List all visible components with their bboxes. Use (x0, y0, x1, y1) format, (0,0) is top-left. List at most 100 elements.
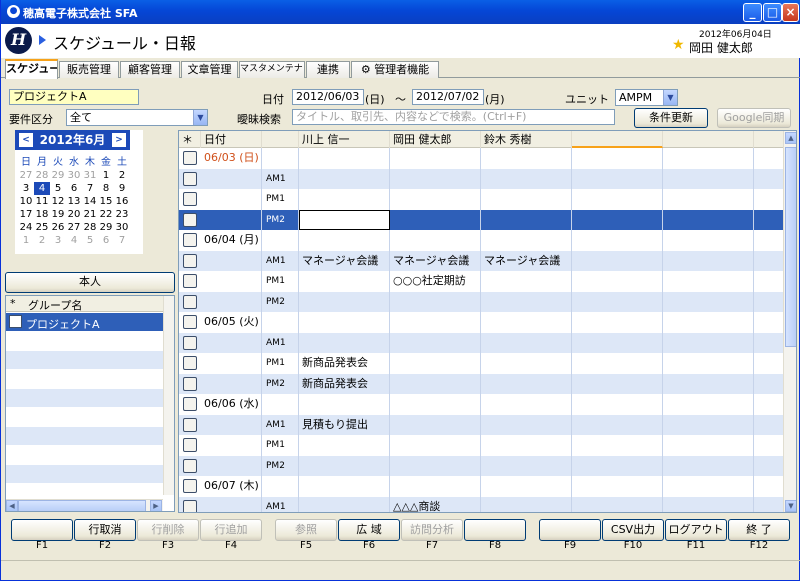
schedule-cell[interactable] (663, 189, 754, 210)
schedule-cell[interactable] (299, 394, 390, 415)
schedule-cell[interactable] (390, 148, 481, 169)
calendar-day[interactable]: 18 (34, 208, 50, 221)
self-button[interactable]: 本人 (5, 272, 175, 293)
scroll-thumb[interactable] (18, 500, 146, 511)
calendar-day[interactable]: 26 (50, 221, 66, 234)
table-row[interactable]: PM1 (179, 189, 784, 210)
schedule-cell[interactable] (663, 271, 754, 292)
schedule-cell[interactable] (572, 394, 663, 415)
minimize-button[interactable]: _ (743, 3, 762, 22)
schedule-cell[interactable] (299, 332, 390, 353)
schedule-cell[interactable] (572, 168, 663, 189)
row-checkbox[interactable] (183, 315, 197, 329)
schedule-cell[interactable] (663, 291, 754, 312)
schedule-cell[interactable] (663, 209, 754, 230)
schedule-cell[interactable] (390, 455, 481, 476)
schedule-cell[interactable] (663, 168, 754, 189)
schedule-cell[interactable] (390, 332, 481, 353)
schedule-cell[interactable] (663, 394, 754, 415)
table-row[interactable]: 06/05 (火) (179, 312, 784, 333)
schedule-cell[interactable] (572, 435, 663, 456)
chevron-down-icon[interactable]: ▼ (663, 90, 677, 105)
schedule-cell[interactable] (754, 414, 784, 435)
table-row[interactable]: PM1 ○○○社定期訪 (179, 271, 784, 292)
table-row[interactable]: AM1 △△△商談 (179, 496, 784, 512)
calendar-day[interactable]: 12 (50, 195, 66, 208)
schedule-cell[interactable] (390, 209, 481, 230)
calendar-day[interactable]: 30 (66, 169, 82, 182)
calendar-day[interactable]: 1 (18, 234, 34, 247)
schedule-cell[interactable]: 新商品発表会 (299, 373, 390, 394)
schedule-cell[interactable] (299, 455, 390, 476)
schedule-cell[interactable] (299, 496, 390, 512)
schedule-cell[interactable] (754, 168, 784, 189)
schedule-cell[interactable] (663, 332, 754, 353)
tab-admin[interactable]: ⚙ 管理者機能 (351, 61, 439, 78)
schedule-cell[interactable] (481, 496, 572, 512)
maximize-button[interactable]: □ (763, 3, 782, 22)
calendar-day[interactable]: 19 (50, 208, 66, 221)
chevron-down-icon[interactable]: ▼ (193, 110, 207, 125)
scroll-up-icon[interactable]: ▲ (785, 132, 796, 144)
schedule-cell[interactable] (663, 414, 754, 435)
calendar-day[interactable]: 1 (98, 169, 114, 182)
calendar-day[interactable]: 7 (114, 234, 130, 247)
calendar-day[interactable]: 5 (82, 234, 98, 247)
tab-sales[interactable]: 販売管理 (59, 61, 119, 78)
next-month-button[interactable]: > (112, 133, 126, 147)
table-row[interactable]: PM2 新商品発表会 (179, 373, 784, 394)
tab-maintenance[interactable]: マスタメンテナンス (239, 61, 305, 78)
schedule-cell[interactable] (572, 189, 663, 210)
schedule-cell[interactable] (481, 455, 572, 476)
schedule-cell[interactable] (481, 414, 572, 435)
schedule-cell[interactable] (299, 476, 390, 497)
schedule-cell[interactable] (481, 189, 572, 210)
schedule-cell[interactable] (572, 476, 663, 497)
row-checkbox[interactable] (183, 233, 197, 247)
calendar-day[interactable]: 16 (114, 195, 130, 208)
scroll-down-icon[interactable]: ▼ (785, 500, 796, 512)
schedule-cell[interactable] (390, 476, 481, 497)
group-row[interactable]: プロジェクトA (6, 313, 163, 332)
header-user-2[interactable]: 岡田 健太郎 (390, 131, 481, 148)
schedule-cell[interactable] (572, 271, 663, 292)
table-row[interactable]: 06/07 (木) (179, 476, 784, 497)
schedule-cell[interactable] (299, 435, 390, 456)
group-row[interactable] (6, 351, 163, 370)
row-checkbox[interactable] (183, 356, 197, 370)
row-checkbox[interactable] (183, 192, 197, 206)
schedule-cell[interactable] (754, 353, 784, 374)
row-checkbox[interactable] (183, 212, 197, 227)
table-row[interactable]: AM1 (179, 332, 784, 353)
calendar-day[interactable]: 23 (114, 208, 130, 221)
schedule-cell[interactable]: マネージャ会議 (481, 250, 572, 271)
schedule-cell[interactable] (572, 148, 663, 169)
schedule-cell[interactable] (572, 455, 663, 476)
function-button-f10[interactable]: CSV出力 (602, 519, 664, 541)
schedule-cell[interactable] (481, 312, 572, 333)
schedule-cell[interactable] (663, 435, 754, 456)
schedule-cell[interactable] (754, 455, 784, 476)
group-row[interactable] (6, 408, 163, 427)
function-button-f5[interactable]: 参照 (275, 519, 337, 541)
schedule-cell[interactable] (663, 353, 754, 374)
schedule-cell[interactable] (572, 291, 663, 312)
row-checkbox[interactable] (183, 397, 197, 411)
calendar-day[interactable]: 4 (34, 182, 50, 195)
schedule-cell[interactable] (572, 209, 663, 230)
calendar-day[interactable]: 14 (82, 195, 98, 208)
title-bar[interactable]: ● 穂高電子株式会社 SFA _ □ × (1, 0, 800, 24)
schedule-cell[interactable] (390, 435, 481, 456)
calendar-day[interactable]: 27 (66, 221, 82, 234)
function-button-f1[interactable] (11, 519, 73, 541)
schedule-cell[interactable] (481, 476, 572, 497)
schedule-cell[interactable]: △△△商談 (390, 496, 481, 512)
table-row[interactable]: PM2 (179, 209, 784, 230)
project-field[interactable]: プロジェクトA (9, 89, 139, 105)
row-checkbox[interactable] (183, 417, 197, 432)
row-checkbox[interactable] (183, 151, 197, 165)
calendar-day[interactable]: 3 (18, 182, 34, 195)
function-button-f11[interactable]: ログアウト (665, 519, 727, 541)
schedule-cell[interactable] (481, 168, 572, 189)
schedule-cell[interactable] (390, 414, 481, 435)
